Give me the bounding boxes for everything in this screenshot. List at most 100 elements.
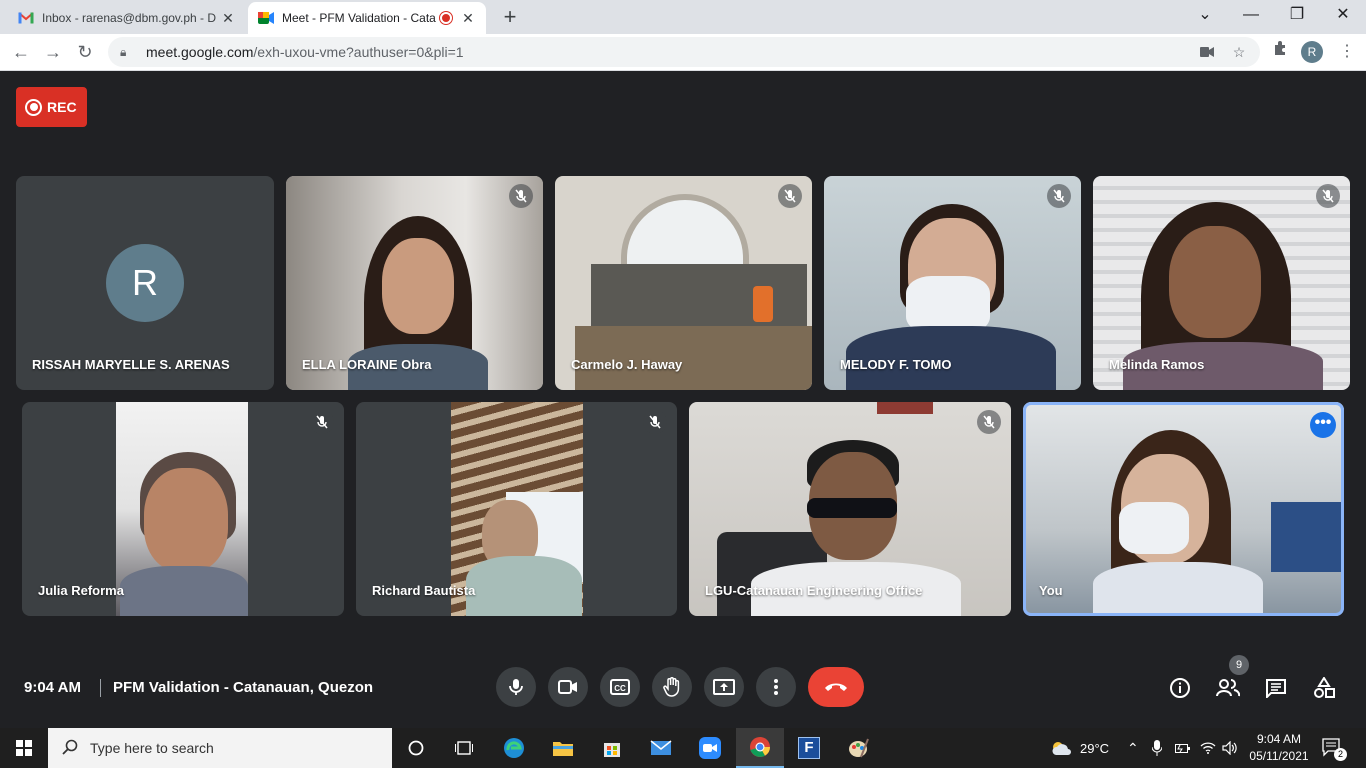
cabinet [591,264,807,326]
mic-tray-icon[interactable] [1152,728,1162,768]
meeting-title: PFM Validation - Catanauan, Quezon [113,679,374,696]
profile-avatar[interactable]: R [1301,41,1323,63]
meeting-details-icon[interactable] [1167,675,1193,701]
hand-icon [663,677,680,697]
bookmark-star-icon[interactable]: ☆ [1228,37,1250,67]
volume-icon[interactable] [1222,728,1238,768]
present-icon [713,679,735,695]
raise-hand-button[interactable] [652,667,692,707]
more-options-menu-button[interactable] [756,667,796,707]
activities-icon[interactable] [1311,675,1337,701]
muted-mic-icon [1316,184,1340,208]
reload-icon[interactable]: ↻ [72,39,98,65]
close-window-icon[interactable]: ✕ [1320,0,1366,34]
back-icon[interactable]: ← [8,39,34,65]
browser-toolbar: ← → ↻ 🔒︎ meet.google.com/exh-uxou-vme?au… [0,34,1366,71]
taskbar-time: 9:04 AM [1256,732,1302,746]
microphone-icon [509,679,523,695]
participant-tile[interactable]: LGU-Catanauan Engineering Office [689,402,1011,616]
tab-title: Inbox - rarenas@dbm.gov.ph - D [42,11,217,25]
tab-meet[interactable]: Meet - PFM Validation - Cata ✕ [248,2,486,34]
app-f-label: F [798,737,820,759]
end-call-button[interactable] [808,667,864,707]
muted-mic-icon [509,184,533,208]
notification-count: 2 [1334,748,1347,761]
participant-name: RISSAH MARYELLE S. ARENAS [32,357,230,372]
weather-cloud-icon [1052,742,1071,755]
participant-tile-self[interactable]: ••• You [1023,402,1344,616]
weather-widget[interactable]: 29°C [1050,728,1109,768]
participant-tile[interactable]: Melinda Ramos [1093,176,1350,390]
close-tab-icon[interactable]: ✕ [460,10,476,27]
taskbar-search[interactable]: Type here to search [48,728,392,768]
paint-icon[interactable] [834,728,882,768]
more-options-button[interactable]: ••• [1310,412,1336,438]
participant-name: Julia Reforma [38,583,124,598]
url-host: meet.google.com [146,44,254,60]
address-bar[interactable]: 🔒︎ meet.google.com/exh-uxou-vme?authuser… [108,37,1260,67]
tab-search-icon[interactable]: ⌄ [1182,0,1228,34]
gmail-icon [18,10,34,26]
participant-name: MELODY F. TOMO [840,357,952,372]
participant-name: You [1039,583,1063,598]
store-icon[interactable] [588,728,636,768]
sunglasses [807,498,897,518]
participant-name: Richard Bautista [372,583,476,598]
meeting-clock: 9:04 AM [24,679,81,696]
edge-icon[interactable] [490,728,538,768]
wall-frame [877,402,933,414]
participant-tile[interactable]: Richard Bautista [356,402,677,616]
meet-icon [258,10,274,26]
recording-indicator-icon [440,12,452,24]
present-screen-button[interactable] [704,667,744,707]
wifi-icon[interactable] [1200,728,1216,768]
participant-tile[interactable]: MELODY F. TOMO [824,176,1081,390]
taskbar-clock[interactable]: 9:04 AM 05/11/2021 [1248,731,1310,765]
more-vert-icon [774,679,778,695]
start-button[interactable] [0,728,48,768]
restore-icon[interactable]: ❐ [1274,0,1320,34]
minimize-icon[interactable]: — [1228,0,1274,34]
people-icon[interactable] [1215,675,1241,701]
windows-icon [16,740,32,756]
meet-stage: REC R RISSAH MARYELLE S. ARENAS ELLA LOR… [0,71,1366,728]
face-mask [1119,502,1189,554]
zoom-icon[interactable] [686,728,734,768]
browser-menu-icon[interactable]: ⋮ [1334,39,1360,65]
notification-center-icon[interactable]: 2 [1322,728,1347,768]
forward-icon[interactable]: → [40,39,66,65]
extensions-icon[interactable] [1267,39,1293,65]
meeting-controls-bar: 9:04 AM PFM Validation - Catanauan, Quez… [0,655,1366,728]
new-tab-button[interactable]: + [496,4,524,32]
tab-gmail[interactable]: Inbox - rarenas@dbm.gov.ph - D ✕ [8,2,246,34]
camera-button[interactable] [548,667,588,707]
participant-count-badge: 9 [1229,655,1249,675]
rec-label: REC [47,99,77,115]
chrome-icon[interactable] [736,728,784,768]
lock-icon: 🔒︎ [120,44,127,59]
chat-icon[interactable] [1263,675,1289,701]
task-view-icon[interactable] [440,728,488,768]
battery-icon[interactable] [1175,728,1191,768]
background-object [1271,502,1341,572]
tray-overflow-icon[interactable]: ⌃ [1127,728,1139,768]
participant-tile[interactable]: Julia Reforma [22,402,344,616]
search-placeholder: Type here to search [90,740,214,756]
muted-mic-icon [310,410,334,434]
video-figure [1169,226,1261,338]
close-tab-icon[interactable]: ✕ [220,10,236,27]
mail-icon[interactable] [637,728,685,768]
hang-up-icon [825,683,847,691]
captions-button[interactable]: CC [600,667,640,707]
participant-tile[interactable]: ELLA LORAINE Obra [286,176,543,390]
weather-temp: 29°C [1080,740,1110,756]
participant-tile[interactable]: Carmelo J. Haway [555,176,812,390]
camera-in-use-icon[interactable] [1196,37,1218,67]
app-f-icon[interactable]: F [785,728,833,768]
muted-mic-icon [1047,184,1071,208]
file-explorer-icon[interactable] [539,728,587,768]
cortana-icon[interactable] [392,728,440,768]
participant-tile[interactable]: R RISSAH MARYELLE S. ARENAS [16,176,274,390]
recording-badge[interactable]: REC [16,87,87,127]
microphone-button[interactable] [496,667,536,707]
